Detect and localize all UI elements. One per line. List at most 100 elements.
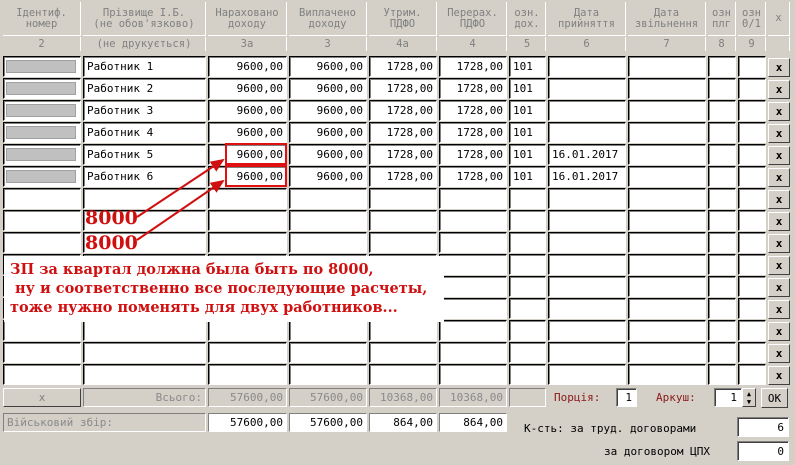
cell-fired[interactable] [628, 276, 706, 297]
cell-withheld[interactable] [369, 188, 437, 209]
cell-accrued[interactable] [208, 342, 287, 363]
cell-flag[interactable] [738, 100, 766, 121]
spin-down-icon[interactable]: ▼ [747, 398, 751, 406]
cell-paid[interactable] [289, 320, 367, 341]
cell-fired[interactable] [628, 342, 706, 363]
portion-input[interactable]: 1 [616, 388, 637, 407]
cell-id[interactable] [3, 320, 81, 341]
cell-transferred[interactable] [439, 276, 507, 297]
cell-withheld[interactable] [369, 210, 437, 231]
cell-paid[interactable]: 9600,00 [289, 56, 367, 77]
cell-withheld[interactable]: 1728,00 [369, 56, 437, 77]
cell-transferred[interactable] [439, 210, 507, 231]
delete-row-button[interactable]: x [768, 212, 790, 231]
cell-transferred[interactable] [439, 188, 507, 209]
cell-accrued[interactable] [208, 210, 287, 231]
cell-transferred[interactable]: 1728,00 [439, 78, 507, 99]
cell-paid[interactable]: 9600,00 [289, 144, 367, 165]
cell-paid[interactable] [289, 364, 367, 385]
cell-id[interactable] [3, 166, 81, 187]
cell-benefit[interactable] [708, 166, 736, 187]
cell-code[interactable] [509, 188, 546, 209]
delete-row-button[interactable]: x [768, 190, 790, 209]
cell-benefit[interactable] [708, 254, 736, 275]
cell-transferred[interactable]: 1728,00 [439, 166, 507, 187]
cell-withheld[interactable]: 1728,00 [369, 100, 437, 121]
delete-row-button[interactable]: x [768, 256, 790, 275]
delete-row-button[interactable]: x [768, 300, 790, 319]
cell-hired[interactable]: 16.01.2017 [548, 144, 626, 165]
cell-accrued[interactable] [208, 320, 287, 341]
cell-id[interactable] [3, 188, 81, 209]
cell-fired[interactable] [628, 100, 706, 121]
cell-name[interactable]: Работник 5 [83, 144, 206, 165]
cell-fired[interactable] [628, 232, 706, 253]
cell-transferred[interactable] [439, 232, 507, 253]
spin-up-icon[interactable]: ▲ [747, 390, 751, 398]
delete-row-button[interactable]: x [768, 80, 790, 99]
cell-withheld[interactable] [369, 320, 437, 341]
cell-accrued[interactable]: 9600,00 [208, 122, 287, 143]
cell-withheld[interactable]: 1728,00 [369, 122, 437, 143]
cell-flag[interactable] [738, 166, 766, 187]
cell-withheld[interactable]: 1728,00 [369, 144, 437, 165]
sheet-input[interactable]: 1 [714, 388, 742, 407]
cell-name[interactable]: Работник 2 [83, 78, 206, 99]
cell-hired[interactable]: 16.01.2017 [548, 166, 626, 187]
delete-row-button[interactable]: x [768, 146, 790, 165]
cell-fired[interactable] [628, 144, 706, 165]
cell-code[interactable] [509, 364, 546, 385]
cell-benefit[interactable] [708, 298, 736, 319]
cell-benefit[interactable] [708, 78, 736, 99]
cell-paid[interactable]: 9600,00 [289, 100, 367, 121]
cell-id[interactable] [3, 78, 81, 99]
cell-paid[interactable] [289, 210, 367, 231]
delete-row-button[interactable]: x [768, 322, 790, 341]
cell-code[interactable]: 101 [509, 122, 546, 143]
cell-benefit[interactable] [708, 56, 736, 77]
cell-flag[interactable] [738, 188, 766, 209]
cell-transferred[interactable]: 1728,00 [439, 56, 507, 77]
cell-benefit[interactable] [708, 100, 736, 121]
totals-x-button[interactable]: x [3, 388, 81, 407]
cell-id[interactable] [3, 342, 81, 363]
ok-button[interactable]: OK [761, 388, 788, 408]
cell-flag[interactable] [738, 276, 766, 297]
delete-row-button[interactable]: x [768, 366, 790, 385]
cell-flag[interactable] [738, 232, 766, 253]
cell-fired[interactable] [628, 122, 706, 143]
cell-flag[interactable] [738, 342, 766, 363]
cell-id[interactable] [3, 232, 81, 253]
cell-accrued[interactable]: 9600,00 [208, 56, 287, 77]
cell-transferred[interactable] [439, 320, 507, 341]
cell-fired[interactable] [628, 254, 706, 275]
cell-fired[interactable] [628, 166, 706, 187]
cell-id[interactable] [3, 56, 81, 77]
cell-hired[interactable] [548, 254, 626, 275]
sheet-spinner[interactable]: ▲ ▼ [742, 388, 756, 407]
delete-row-button[interactable]: x [768, 278, 790, 297]
cell-flag[interactable] [738, 210, 766, 231]
cell-transferred[interactable] [439, 364, 507, 385]
cell-withheld[interactable] [369, 342, 437, 363]
delete-row-button[interactable]: x [768, 58, 790, 77]
cell-paid[interactable] [289, 188, 367, 209]
cell-hired[interactable] [548, 188, 626, 209]
cell-hired[interactable] [548, 100, 626, 121]
cell-name[interactable] [83, 188, 206, 209]
cell-code[interactable]: 101 [509, 166, 546, 187]
cell-benefit[interactable] [708, 276, 736, 297]
cell-fired[interactable] [628, 364, 706, 385]
cell-name[interactable]: Работник 4 [83, 122, 206, 143]
cell-withheld[interactable] [369, 232, 437, 253]
cell-paid[interactable] [289, 342, 367, 363]
cell-accrued[interactable] [208, 232, 287, 253]
cell-hired[interactable] [548, 122, 626, 143]
cell-benefit[interactable] [708, 364, 736, 385]
cell-accrued[interactable]: 9600,00 [208, 78, 287, 99]
cell-accrued[interactable] [208, 188, 287, 209]
cell-code[interactable] [509, 298, 546, 319]
cell-hired[interactable] [548, 320, 626, 341]
cell-accrued[interactable]: 9600,00 [208, 144, 287, 165]
cell-transferred[interactable] [439, 298, 507, 319]
